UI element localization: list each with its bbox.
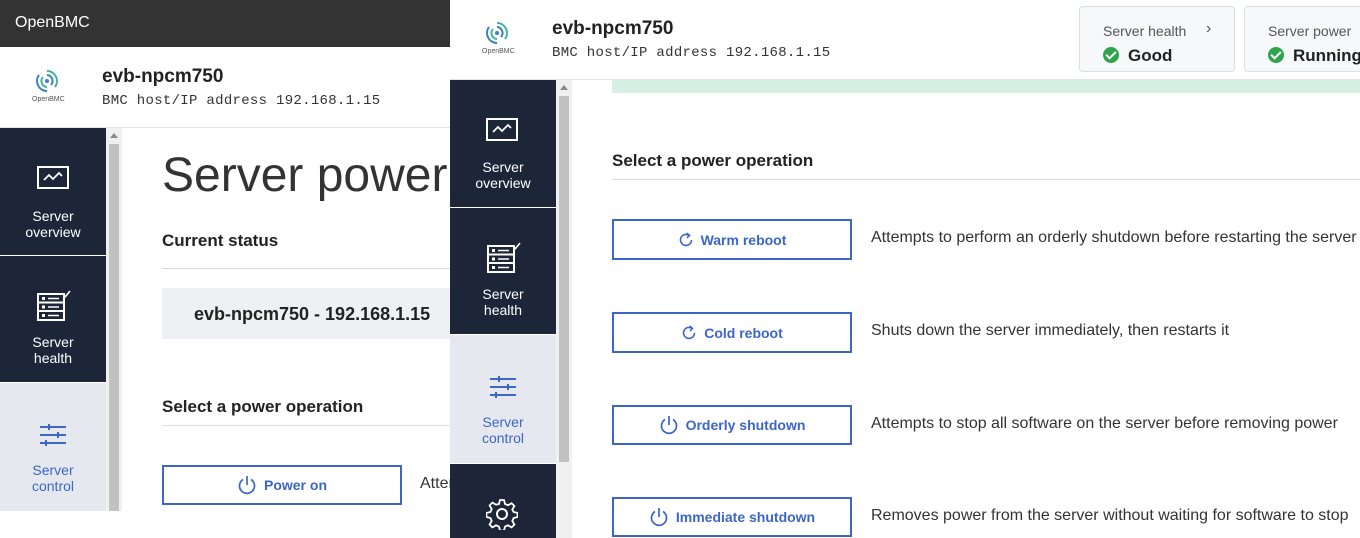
nav-label-line1: Server [482, 159, 524, 175]
card-value: Good [1128, 46, 1173, 65]
power-icon [650, 508, 668, 527]
server-power-card[interactable]: Server power Running [1244, 6, 1360, 72]
host-name: evb-npcm750 [552, 18, 674, 39]
card-label: Server power [1268, 23, 1352, 39]
power-operation-heading: Select a power operation [612, 151, 814, 170]
section-divider [162, 425, 450, 426]
nav-server-control[interactable]: Server control [0, 383, 106, 511]
orderly-shutdown-button[interactable]: Orderly shutdown [612, 405, 852, 445]
card-value: Running [1293, 46, 1360, 65]
nav-label-line1: Server [32, 334, 74, 350]
host-name: evb-npcm750 [102, 66, 224, 87]
scroll-up-arrow-icon[interactable] [560, 85, 568, 90]
scroll-up-arrow-icon[interactable] [110, 133, 118, 138]
sliders-icon [40, 424, 66, 446]
current-status-box: evb-npcm750 - 192.168.1.15 [162, 288, 450, 339]
chevron-right-icon: › [1206, 20, 1212, 37]
app-title: OpenBMC [15, 14, 90, 31]
nav-label-line2: overview [25, 224, 81, 240]
nav-server-health[interactable]: Server health [0, 256, 106, 382]
server-health-icon [37, 290, 71, 321]
power-on-label: Power on [263, 477, 327, 493]
nav-label-line1: Server [482, 414, 524, 430]
nav-label-line2: health [33, 350, 73, 366]
page-title: Server power operations [162, 149, 450, 202]
power-on-description: Attempts to power on the server [420, 475, 450, 492]
sliders-icon [490, 376, 516, 398]
cold-reboot-label: Cold reboot [704, 324, 783, 341]
power-operation-heading: Select a power operation [162, 397, 364, 416]
nav-label-line2: health [483, 302, 523, 318]
openbmc-logo-icon [486, 22, 508, 44]
nav-server-overview[interactable]: Server overview [450, 80, 556, 207]
power-icon [660, 416, 677, 435]
nav-label-line1: Server [482, 286, 524, 302]
reboot-icon [679, 231, 692, 246]
power-on-button[interactable]: Power on [162, 465, 402, 505]
host-address: BMC host/IP address 192.168.1.15 [102, 93, 381, 109]
nav-server-control[interactable]: Server control [450, 335, 556, 463]
check-circle-icon [1103, 47, 1119, 63]
card-label: Server health [1103, 23, 1187, 39]
status-value: evb-npcm750 - 192.168.1.15 [194, 304, 431, 324]
warm-reboot-description: Attempts to perform an orderly shutdown … [871, 229, 1357, 246]
warm-reboot-label: Warm reboot [700, 231, 787, 248]
front-browser-window: OpenBMC evb-npcm750 BMC host/IP address … [450, 0, 1360, 538]
scrollbar-thumb[interactable] [109, 144, 119, 511]
warm-reboot-button[interactable]: Warm reboot [612, 219, 852, 260]
back-browser-window: OpenBMC OpenBMC evb-npcm750 BMC host/IP … [0, 0, 450, 511]
orderly-shutdown-label: Orderly shutdown [685, 417, 806, 433]
power-icon [238, 476, 256, 495]
gear-icon [486, 499, 518, 530]
reboot-icon [682, 324, 696, 339]
nav-label-line1: Server [32, 208, 74, 224]
server-health-card[interactable]: Server health › Good [1079, 6, 1235, 72]
cold-reboot-description: Shuts down the server immediately, then … [871, 322, 1230, 339]
nav-scrollbar[interactable] [556, 80, 572, 538]
nav-label-line1: Server [32, 462, 74, 478]
orderly-shutdown-description: Attempts to stop all software on the ser… [871, 415, 1338, 432]
openbmc-logo-text: OpenBMC [482, 48, 515, 55]
section-divider [612, 179, 1360, 180]
status-alert-strip [612, 80, 1360, 93]
nav-server-overview[interactable]: Server overview [0, 128, 106, 255]
app-title-bar: OpenBMC [0, 0, 450, 47]
section-divider [162, 268, 450, 269]
openbmc-logo-text: OpenBMC [32, 96, 65, 103]
nav-scrollbar[interactable] [106, 128, 122, 511]
nav-settings[interactable] [450, 464, 556, 538]
host-address: BMC host/IP address 192.168.1.15 [552, 45, 831, 61]
check-circle-icon [1268, 47, 1284, 63]
openbmc-logo-icon [36, 70, 58, 92]
nav-label-line2: control [481, 430, 525, 446]
monitor-icon [486, 118, 518, 141]
server-health-icon [487, 242, 521, 273]
nav-label-line2: overview [475, 175, 531, 191]
nav-server-health[interactable]: Server health [450, 208, 556, 334]
immediate-shutdown-button[interactable]: Immediate shutdown [612, 497, 852, 537]
monitor-icon [37, 166, 69, 189]
nav-label-line2: control [31, 478, 75, 494]
immediate-shutdown-description: Removes power from the server without wa… [871, 507, 1349, 524]
cold-reboot-button[interactable]: Cold reboot [612, 312, 852, 353]
scrollbar-thumb[interactable] [559, 96, 569, 462]
current-status-heading: Current status [162, 231, 279, 250]
immediate-shutdown-label: Immediate shutdown [675, 509, 816, 525]
